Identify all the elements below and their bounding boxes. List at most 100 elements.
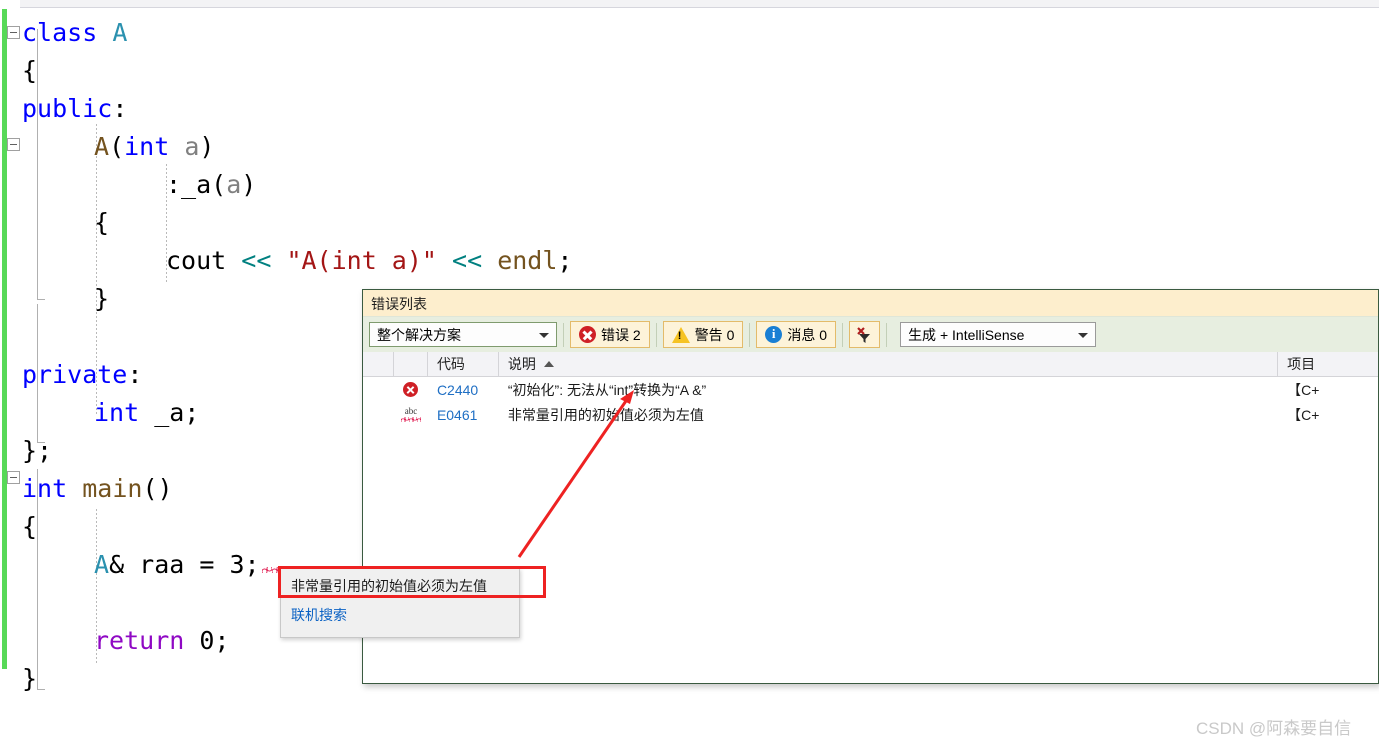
code-token: a [226, 170, 242, 199]
build-scope-dropdown[interactable]: 生成 + IntelliSense [900, 322, 1097, 347]
online-search-link[interactable]: 联机搜索 [281, 596, 519, 625]
code-token: return [94, 626, 185, 655]
chevron-down-icon [1078, 333, 1089, 338]
window-top-strip [0, 0, 1379, 8]
code-token: "A(int a)" [286, 246, 437, 275]
code-token: = [199, 550, 215, 579]
code-token: { [94, 208, 110, 237]
code-line[interactable]: } [94, 280, 109, 318]
error-list-title: 错误列表 [363, 290, 1378, 316]
code-line[interactable]: int main() [22, 470, 173, 508]
code-line[interactable]: :_a(a) [166, 166, 256, 204]
error-code-cell[interactable]: C2440 [428, 377, 499, 402]
severity-cell: abc [394, 402, 428, 427]
code-token: : [112, 94, 128, 123]
build-scope-value: 生成 + IntelliSense [908, 326, 1025, 343]
code-line[interactable]: int _a; [94, 394, 199, 432]
top-strip-left-gap [0, 0, 20, 8]
code-line[interactable]: }; [22, 432, 52, 470]
code-token: main [82, 474, 143, 503]
code-line[interactable]: } [22, 660, 37, 698]
column-header-description-label: 说明 [507, 356, 536, 372]
table-row[interactable]: C2440 “初始化”: 无法从“int”转换为“A &” 【C+ [363, 377, 1378, 402]
toolbar-divider-4 [842, 322, 844, 347]
clear-filter-icon [855, 325, 874, 344]
annotation-highlight-box [278, 566, 546, 598]
row-gutter-cell [363, 402, 394, 427]
error-icon [579, 326, 596, 343]
collapse-box-ctor[interactable] [7, 138, 20, 151]
outline-guide-class [37, 29, 38, 299]
code-token: endl [497, 246, 558, 275]
outline-guide-main-end [37, 689, 45, 690]
messages-filter-button[interactable]: 消息 0 [756, 321, 837, 348]
column-header-project[interactable]: 项目 [1278, 352, 1378, 377]
chevron-down-icon [539, 333, 549, 338]
code-token: A [94, 132, 110, 161]
code-token: int [124, 132, 170, 161]
column-header-code[interactable]: 代码 [428, 351, 499, 377]
code-line[interactable]: cout << "A(int a)" << endl; [166, 242, 572, 280]
code-token: 0; [184, 626, 230, 655]
code-token: ; [557, 246, 573, 275]
code-token: private [22, 360, 128, 389]
error-project-cell: 【C+ [1287, 381, 1320, 398]
code-token: ) [241, 170, 257, 199]
column-header-severity[interactable] [394, 351, 428, 377]
code-token: }; [22, 436, 53, 465]
collapse-box-main[interactable] [7, 471, 20, 484]
code-line[interactable]: A(int a) [94, 128, 214, 166]
column-header-project-label: 项目 [1287, 356, 1316, 372]
code-token: { [22, 56, 38, 85]
errors-filter-button[interactable]: 错误 2 [570, 321, 650, 348]
code-token: A [94, 550, 110, 579]
code-line[interactable]: public: [22, 90, 127, 128]
column-header-description[interactable]: 说明 [499, 351, 1279, 377]
error-description-cell: “初始化”: 无法从“int”转换为“A &” [507, 381, 707, 398]
change-tracking-bar [2, 9, 7, 669]
warnings-filter-button[interactable]: 警告 0 [662, 321, 744, 348]
outline-guide-class-end [37, 299, 45, 300]
collapse-box-class[interactable] [7, 26, 20, 39]
code-line[interactable]: { [22, 52, 37, 90]
code-line[interactable]: { [94, 204, 109, 242]
toolbar-divider-5 [886, 322, 888, 347]
error-description-cell: 非常量引用的初始值必须为左值 [507, 406, 704, 423]
code-line[interactable]: A& raa = 3; [94, 546, 260, 584]
code-line[interactable]: { [22, 508, 37, 546]
error-grid-header: 代码 说明 项目 [363, 351, 1378, 377]
code-token: public [22, 94, 113, 123]
row-gutter-cell [363, 377, 394, 402]
column-header-code-label: 代码 [436, 356, 465, 372]
code-token: << [452, 246, 483, 275]
column-header-select[interactable] [363, 351, 394, 377]
code-token: & raa [109, 550, 200, 579]
error-code-cell[interactable]: E0461 [428, 402, 499, 427]
code-line[interactable]: private: [22, 356, 142, 394]
code-token: int [94, 398, 140, 427]
error-list-toolbar[interactable]: 整个解决方案 错误 2 警告 0 消息 0 [363, 316, 1378, 352]
messages-filter-label: 消息 0 [787, 326, 828, 343]
info-icon [765, 326, 783, 343]
scope-dropdown[interactable]: 整个解决方案 [369, 322, 557, 347]
error-icon [403, 382, 419, 397]
table-row[interactable]: abc E0461 非常量引用的初始值必须为左值 【C+ [363, 402, 1378, 427]
warning-icon [671, 326, 690, 343]
code-token: _a; [139, 398, 200, 427]
code-token: () [142, 474, 173, 503]
code-token: << [241, 246, 272, 275]
toolbar-divider-3 [749, 322, 751, 347]
code-line[interactable]: class A [22, 14, 127, 52]
severity-cell [394, 377, 428, 402]
clear-filter-button[interactable] [849, 321, 881, 348]
code-token: class [22, 18, 113, 47]
error-project-cell: 【C+ [1287, 406, 1320, 423]
scope-dropdown-value: 整个解决方案 [377, 326, 461, 343]
code-token: ( [109, 132, 125, 161]
code-token: } [94, 284, 110, 313]
code-line[interactable]: return 0; [94, 622, 229, 660]
